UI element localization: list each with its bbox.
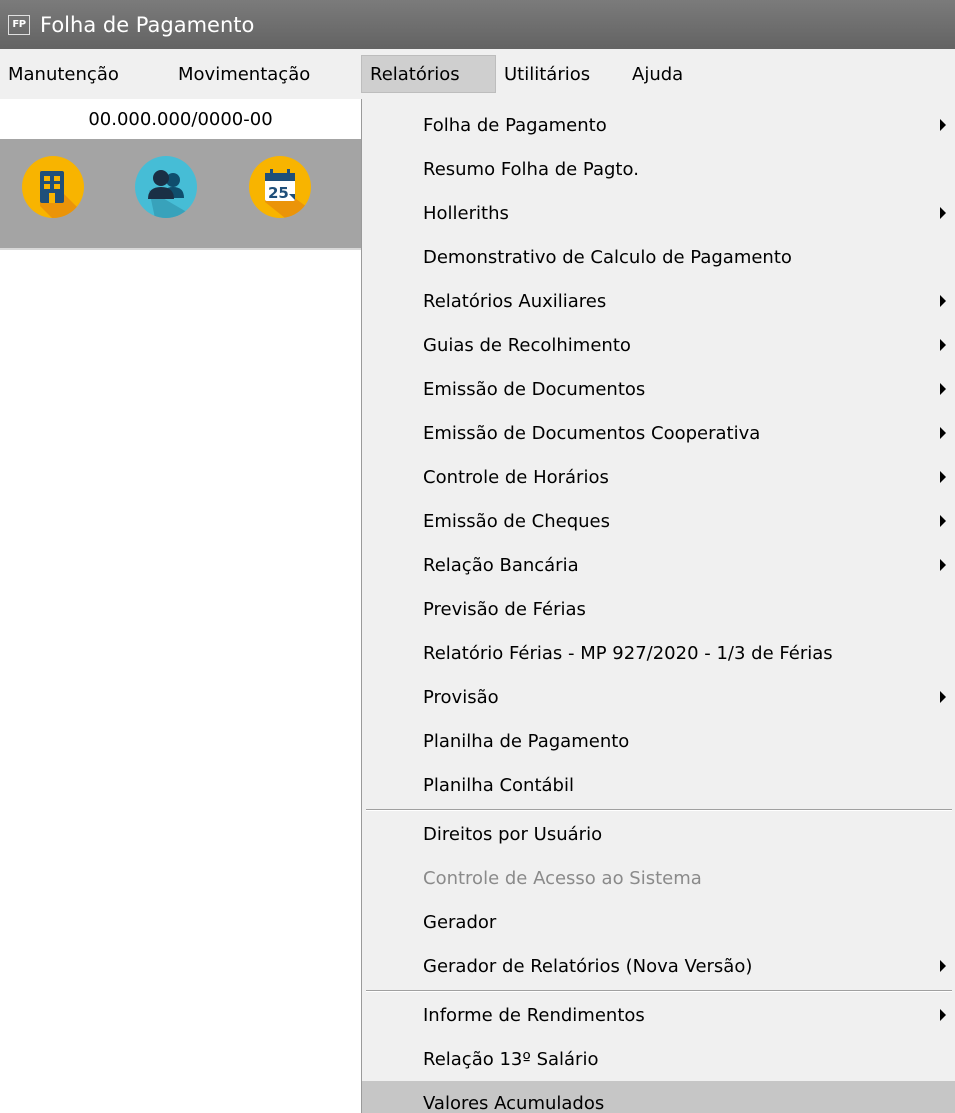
menu-item-provisao[interactable]: Provisão (362, 675, 955, 719)
menu-movimentacao[interactable]: Movimentação (170, 55, 358, 93)
calendar-day: 25 (268, 184, 289, 202)
submenu-arrow-icon (940, 960, 946, 972)
menu-item-label: Folha de Pagamento (423, 114, 607, 136)
company-button[interactable] (22, 156, 84, 218)
menu-item-label: Direitos por Usuário (423, 823, 603, 845)
menu-item-label: Resumo Folha de Pagto. (423, 158, 639, 180)
submenu-arrow-icon (940, 427, 946, 439)
submenu-arrow-icon (940, 295, 946, 307)
menu-manutencao[interactable]: Manutenção (0, 55, 170, 93)
users-icon (148, 170, 197, 218)
menu-item-relatorios-auxiliares[interactable]: Relatórios Auxiliares (362, 279, 955, 323)
menu-item-label: Emissão de Documentos Cooperativa (423, 422, 761, 444)
building-icon (40, 170, 84, 218)
menu-item-planilha-contabil[interactable]: Planilha Contábil (362, 763, 955, 807)
menu-item-label: Relatórios Auxiliares (423, 290, 607, 312)
menu-item-label: Relação 13º Salário (423, 1048, 599, 1070)
menu-item-label: Informe de Rendimentos (423, 1004, 645, 1026)
menu-item-gerador-de-relatorios-nova-versao[interactable]: Gerador de Relatórios (Nova Versão) (362, 944, 955, 988)
menu-utilitarios[interactable]: Utilitários (496, 55, 624, 93)
menu-item-demonstrativo-de-calculo-de-pagamento[interactable]: Demonstrativo de Calculo de Pagamento (362, 235, 955, 279)
menu-item-emissao-de-documentos-cooperativa[interactable]: Emissão de Documentos Cooperativa (362, 411, 955, 455)
menu-item-relacao-bancaria[interactable]: Relação Bancária (362, 543, 955, 587)
menu-item-previsao-de-ferias[interactable]: Previsão de Férias (362, 587, 955, 631)
menu-item-label: Controle de Acesso ao Sistema (423, 867, 702, 889)
menu-item-label: Emissão de Cheques (423, 510, 610, 532)
submenu-arrow-icon (940, 339, 946, 351)
submenu-arrow-icon (940, 383, 946, 395)
submenu-arrow-icon (940, 119, 946, 131)
app-icon: FP (8, 14, 30, 35)
menu-item-label: Planilha Contábil (423, 774, 574, 796)
window-title: Folha de Pagamento (40, 12, 255, 37)
submenu-arrow-icon (940, 1009, 946, 1021)
relatorios-dropdown-menu: Folha de Pagamento Resumo Folha de Pagto.… (361, 99, 955, 1113)
submenu-arrow-icon (940, 471, 946, 483)
menu-item-guias-de-recolhimento[interactable]: Guias de Recolhimento (362, 323, 955, 367)
menu-item-planilha-de-pagamento[interactable]: Planilha de Pagamento (362, 719, 955, 763)
menu-item-resumo-folha-de-pagto[interactable]: Resumo Folha de Pagto. (362, 147, 955, 191)
menu-item-label: Guias de Recolhimento (423, 334, 631, 356)
menu-item-label: Previsão de Férias (423, 598, 586, 620)
employees-button[interactable] (135, 156, 197, 218)
menu-item-emissao-de-documentos[interactable]: Emissão de Documentos (362, 367, 955, 411)
menu-item-label: Gerador (423, 911, 497, 933)
menu-item-emissao-de-cheques[interactable]: Emissão de Cheques (362, 499, 955, 543)
toolbar: 25 (0, 139, 361, 250)
submenu-arrow-icon (940, 207, 946, 219)
menu-item-label: Demonstrativo de Calculo de Pagamento (423, 246, 792, 268)
menu-item-label: Gerador de Relatórios (Nova Versão) (423, 955, 753, 977)
menu-item-label: Relatório Férias - MP 927/2020 - 1/3 de … (423, 642, 833, 664)
menu-item-label: Provisão (423, 686, 499, 708)
menu-bar: Manutenção Movimentação Relatórios Utili… (0, 49, 955, 99)
menu-item-controle-de-horarios[interactable]: Controle de Horários (362, 455, 955, 499)
menu-item-direitos-por-usuario[interactable]: Direitos por Usuário (362, 812, 955, 856)
menu-item-controle-de-acesso-ao-sistema: Controle de Acesso ao Sistema (362, 856, 955, 900)
submenu-arrow-icon (940, 691, 946, 703)
menu-item-label: Controle de Horários (423, 466, 609, 488)
menu-item-folha-de-pagamento[interactable]: Folha de Pagamento (362, 103, 955, 147)
menu-item-label: Emissão de Documentos (423, 378, 646, 400)
menu-item-holleriths[interactable]: Holleriths (362, 191, 955, 235)
company-cnpj: 00.000.000/0000-00 (0, 99, 361, 139)
menu-ajuda[interactable]: Ajuda (624, 55, 714, 93)
menu-separator (366, 809, 952, 811)
menu-relatorios[interactable]: Relatórios (361, 55, 496, 93)
menu-item-informe-de-rendimentos[interactable]: Informe de Rendimentos (362, 993, 955, 1037)
menu-item-relatorio-ferias-mp-927-2020-1-3-de-ferias[interactable]: Relatório Férias - MP 927/2020 - 1/3 de … (362, 631, 955, 675)
calendar-button[interactable]: 25 (249, 156, 311, 218)
calendar-icon: 25 (265, 169, 311, 218)
menu-item-label: Planilha de Pagamento (423, 730, 630, 752)
submenu-arrow-icon (940, 559, 946, 571)
menu-separator (366, 990, 952, 992)
menu-item-valores-acumulados[interactable]: Valores Acumulados (362, 1081, 955, 1113)
menu-item-label: Valores Acumulados (423, 1092, 605, 1113)
menu-item-label: Holleriths (423, 202, 509, 224)
menu-item-label: Relação Bancária (423, 554, 579, 576)
menu-item-gerador[interactable]: Gerador (362, 900, 955, 944)
title-bar: FP Folha de Pagamento (0, 0, 955, 49)
menu-item-relacao-13-salario[interactable]: Relação 13º Salário (362, 1037, 955, 1081)
submenu-arrow-icon (940, 515, 946, 527)
